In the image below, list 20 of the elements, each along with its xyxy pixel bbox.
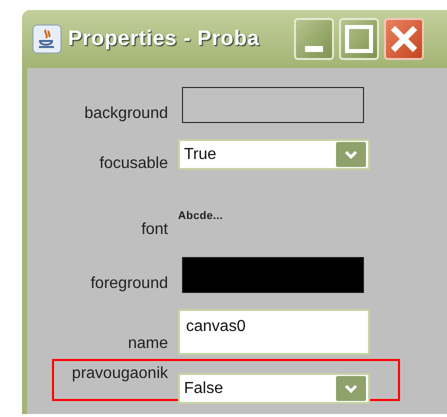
property-label: background bbox=[83, 104, 169, 124]
close-icon bbox=[390, 25, 418, 53]
close-button[interactable] bbox=[384, 18, 424, 60]
property-label: focusable bbox=[98, 154, 169, 174]
maximize-button[interactable] bbox=[338, 18, 378, 60]
app-icon bbox=[32, 24, 62, 54]
property-label: foreground bbox=[90, 274, 169, 294]
property-label: name bbox=[126, 334, 169, 354]
dropdown[interactable]: False bbox=[178, 373, 370, 404]
minimize-icon bbox=[304, 46, 322, 52]
property-label: font bbox=[140, 220, 169, 240]
maximize-icon bbox=[344, 25, 372, 53]
dropdown[interactable]: True bbox=[178, 139, 370, 170]
window-title: Properties - Proba bbox=[68, 26, 260, 52]
font-preview[interactable]: Abcde... bbox=[178, 208, 223, 224]
color-swatch[interactable] bbox=[182, 87, 364, 123]
color-swatch[interactable] bbox=[182, 257, 364, 293]
text-field[interactable]: canvas0 bbox=[178, 309, 370, 355]
property-label: pravougaonik bbox=[70, 364, 169, 384]
minimize-button[interactable] bbox=[294, 18, 334, 60]
